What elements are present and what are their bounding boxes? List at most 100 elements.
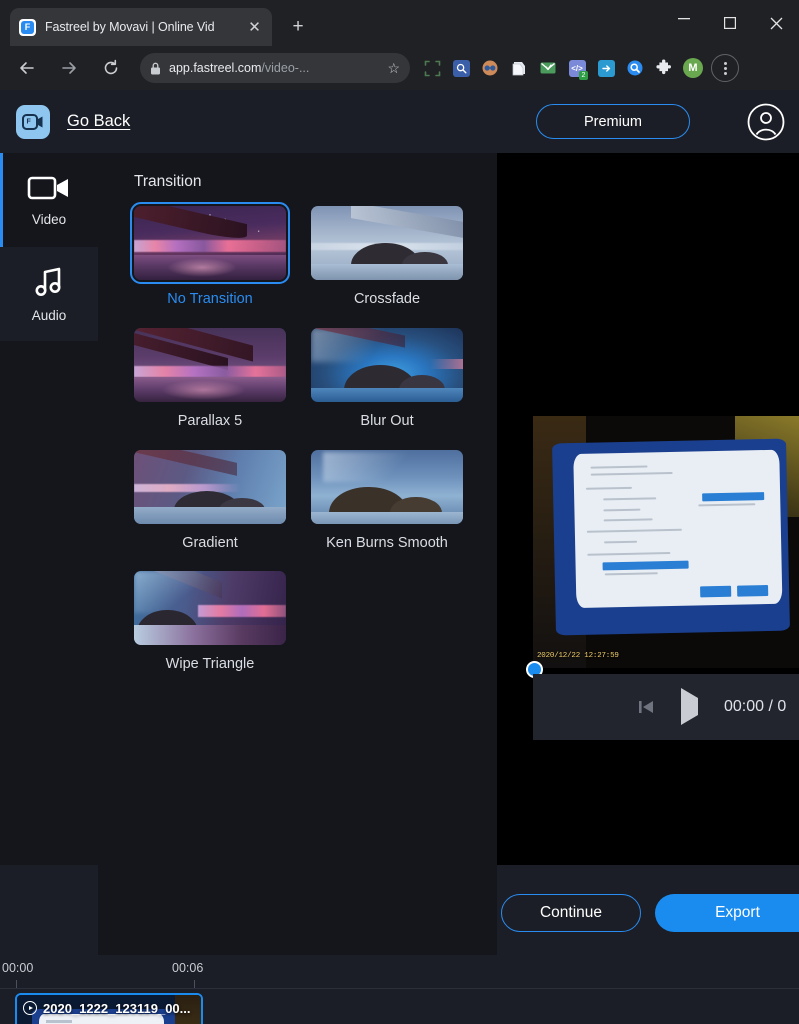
transition-label: Parallax 5	[177, 412, 243, 429]
panel-title: Transition	[134, 173, 202, 190]
transition-thumbnail[interactable]	[130, 202, 290, 284]
left-rail: Video Audio	[0, 153, 98, 865]
time-display: 00:00 / 0	[724, 698, 787, 715]
tab-strip: F Fastreel by Movavi | Online Vid ✕ +	[0, 0, 799, 46]
ruler-tick-label: 00:00	[2, 961, 34, 975]
app-header: F Go Back Premium	[0, 90, 799, 153]
code-extension-icon[interactable]: </> 2	[563, 54, 591, 82]
fastreel-logo[interactable]: F	[16, 104, 50, 139]
continue-button[interactable]: Continue	[501, 894, 641, 932]
puzzle-extension-icon[interactable]	[650, 54, 678, 82]
transition-label: Ken Burns Smooth	[326, 534, 448, 551]
transition-tile[interactable]: Blur Out	[311, 327, 463, 433]
playback-controls: 00:00 / 0	[533, 674, 799, 740]
browser-toolbar: app.fastreel.com/video-... ☆ </> 2 M	[0, 46, 799, 90]
video-camera-icon	[27, 173, 71, 203]
ruler-tick-label: 00:06	[172, 961, 204, 975]
transition-label: Wipe Triangle	[165, 656, 255, 673]
music-note-icon	[32, 265, 66, 299]
sidebar-item-video-label: Video	[31, 212, 67, 227]
timeline: 00:00 00:06 2020/12/22 12	[0, 955, 799, 1024]
transition-thumbnail[interactable]	[134, 449, 286, 524]
close-tab-icon[interactable]: ✕	[246, 18, 263, 36]
transition-tile[interactable]: Wipe Triangle	[134, 571, 286, 676]
panel-footer-inner	[98, 865, 497, 955]
close-window-button[interactable]	[753, 0, 799, 46]
tab-title: Fastreel by Movavi | Online Vid	[45, 20, 215, 34]
video-timestamp: 2020/12/22 12:27:59	[537, 652, 619, 660]
browser-menu-icon[interactable]	[711, 54, 739, 82]
transition-label: Crossfade	[353, 291, 421, 307]
export-extension-icon[interactable]	[592, 54, 620, 82]
cast-icon[interactable]	[418, 54, 446, 82]
transition-tile[interactable]: Ken Burns Smooth	[311, 449, 463, 555]
browser-chrome: F Fastreel by Movavi | Online Vid ✕ + ap…	[0, 0, 799, 90]
timeline-clip[interactable]: 2020/12/22 12:27:59 2020_1222_123119_00.…	[15, 993, 203, 1024]
account-avatar[interactable]	[747, 103, 785, 141]
magnifier-extension-icon[interactable]	[621, 54, 649, 82]
premium-button[interactable]: Premium	[536, 104, 690, 139]
extensions-tray: </> 2 M	[418, 54, 707, 82]
minimize-button[interactable]	[661, 0, 707, 46]
favicon-letter: F	[21, 20, 34, 34]
forward-icon[interactable]	[52, 51, 86, 85]
footer-actions: Continue Export	[497, 865, 799, 955]
svg-text:F: F	[27, 118, 32, 125]
url-domain: app.fastreel.com	[169, 61, 262, 75]
clip-label: 2020_1222_123119_00...	[17, 995, 201, 1021]
play-icon[interactable]	[681, 688, 698, 725]
export-extension-glyph	[597, 59, 615, 77]
search-extension-glyph	[452, 59, 470, 77]
video-frame[interactable]: 2020/12/22 12:27:59	[533, 416, 799, 668]
code-extension-badge: 2	[579, 71, 588, 80]
sidebar-item-video[interactable]: Video	[0, 153, 98, 247]
mail-extension-icon[interactable]	[534, 54, 562, 82]
transitions-panel: Transition No Transition Crossfade Paral…	[98, 153, 497, 865]
search-extension-icon[interactable]	[447, 54, 475, 82]
window-controls	[661, 0, 799, 46]
transition-thumbnail[interactable]	[311, 327, 463, 402]
browser-tab[interactable]: F Fastreel by Movavi | Online Vid ✕	[10, 8, 272, 46]
kebab-dot	[723, 71, 727, 75]
transition-thumbnail[interactable]	[311, 206, 463, 280]
maximize-button[interactable]	[707, 0, 753, 46]
sidebar-item-audio-label: Audio	[31, 308, 67, 323]
transition-thumbnail[interactable]	[134, 327, 286, 402]
reload-icon[interactable]	[94, 51, 128, 85]
bookmark-star-icon[interactable]: ☆	[387, 60, 400, 77]
tab-favicon-icon: F	[19, 18, 36, 36]
goggles-extension-icon[interactable]	[476, 54, 504, 82]
transition-thumbnail[interactable]	[134, 571, 286, 646]
sidebar-item-audio[interactable]: Audio	[0, 247, 98, 341]
video-preview: 2020/12/22 12:27:59 00:00 / 0	[497, 153, 799, 865]
url-path: /video-...	[261, 61, 310, 75]
profile-extension-avatar[interactable]: M	[679, 54, 707, 82]
notes-extension-icon[interactable]	[505, 54, 533, 82]
url-text: app.fastreel.com/video-...	[169, 61, 309, 75]
laptop-in-video	[552, 438, 791, 636]
lock-icon	[150, 62, 161, 75]
go-back-link[interactable]: Go Back	[67, 112, 130, 131]
kebab-dot	[723, 61, 727, 65]
transition-tile[interactable]: Gradient	[134, 449, 286, 555]
fastreel-app: F Go Back Premium Video Audio Transition…	[0, 90, 799, 1024]
profile-initial: M	[683, 58, 703, 78]
export-button[interactable]: Export	[655, 894, 799, 932]
clip-filename: 2020_1222_123119_00...	[43, 1000, 191, 1016]
play-badge-icon	[23, 1001, 37, 1015]
transition-label: Gradient	[182, 534, 238, 551]
transition-tile[interactable]: No Transition	[130, 202, 290, 311]
kebab-dot	[723, 66, 727, 70]
transition-label: No Transition	[167, 291, 253, 307]
new-tab-button[interactable]: +	[284, 14, 312, 42]
transition-thumbnail[interactable]	[311, 449, 463, 524]
timeline-ruler[interactable]: 00:00 00:06	[0, 955, 799, 989]
laptop-screen	[573, 450, 783, 608]
transition-tile[interactable]: Parallax 5	[134, 327, 286, 433]
back-icon[interactable]	[10, 51, 44, 85]
transition-tile[interactable]: Crossfade	[311, 206, 463, 311]
skip-previous-icon[interactable]	[637, 698, 655, 716]
transition-label: Blur Out	[360, 412, 414, 429]
transitions-grid: No Transition Crossfade Parallax 5 Blur …	[130, 202, 497, 693]
address-bar[interactable]: app.fastreel.com/video-... ☆	[140, 53, 410, 83]
